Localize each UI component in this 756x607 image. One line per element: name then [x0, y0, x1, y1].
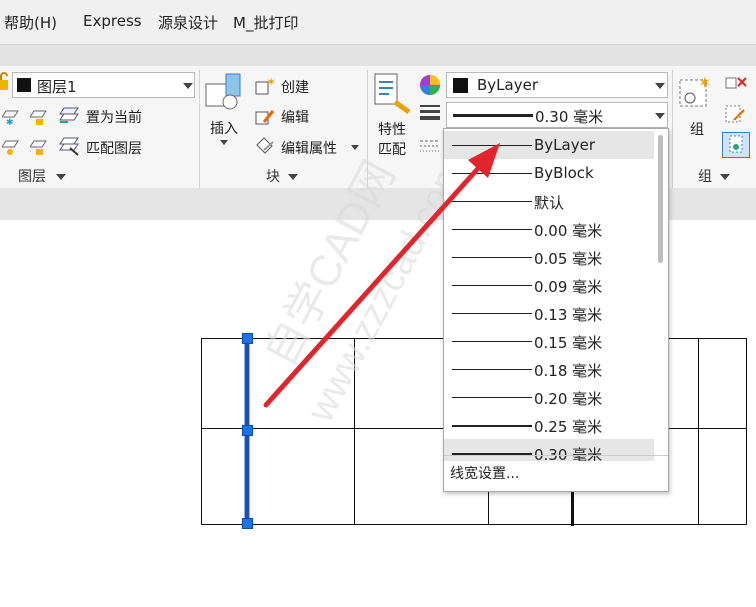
annotation-arrow: [263, 143, 500, 408]
